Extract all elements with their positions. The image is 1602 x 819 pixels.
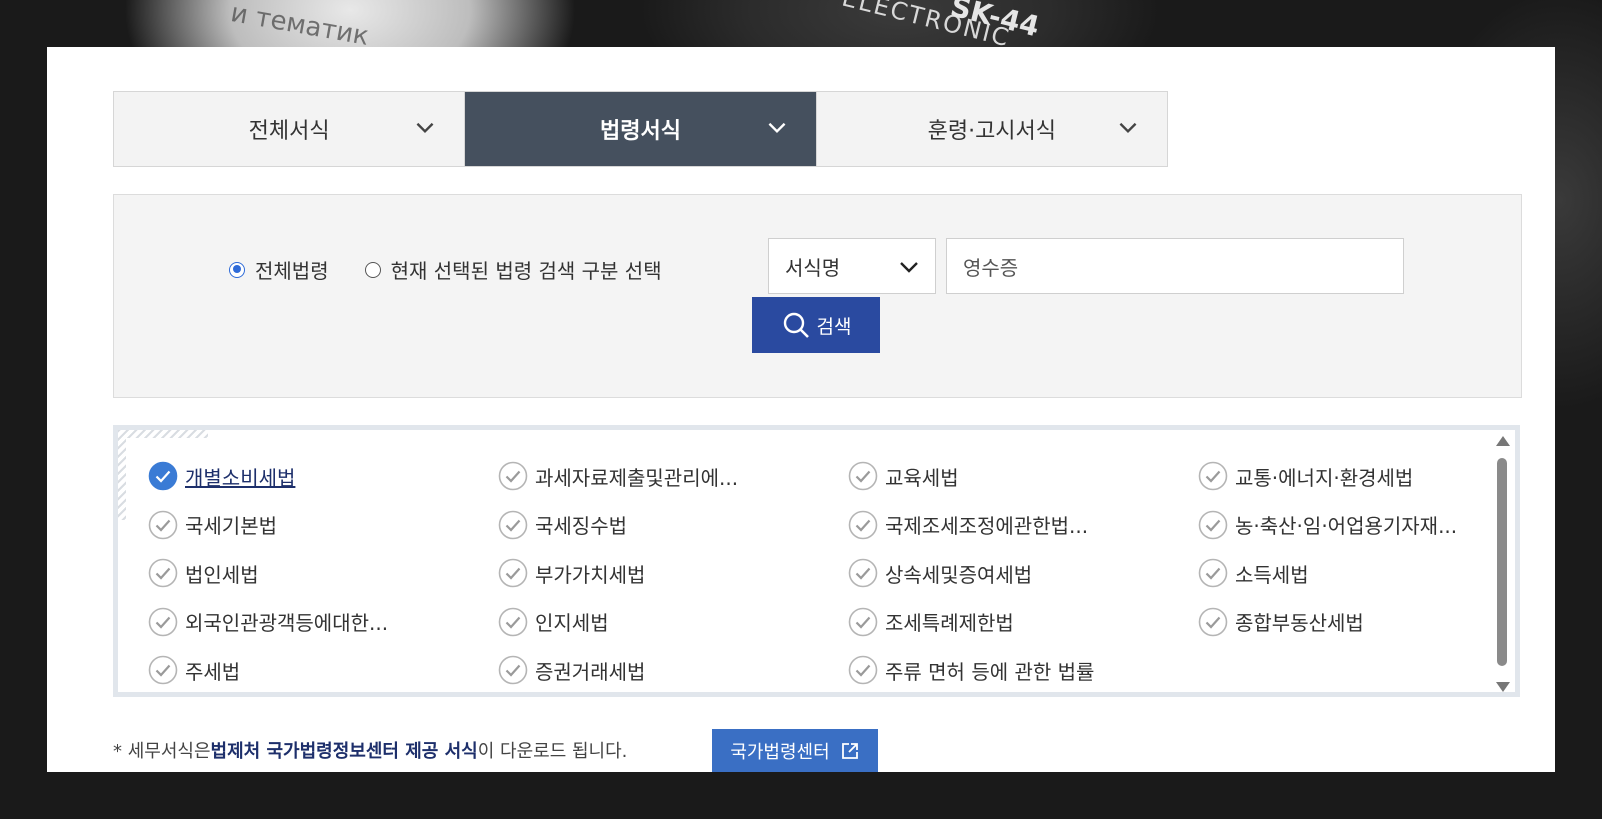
law-item-label: 상속세및증여세법 [885, 562, 1033, 587]
scroll-up-arrow[interactable] [1496, 436, 1510, 446]
law-item[interactable]: 증권거래세법 [498, 646, 848, 695]
law-center-link-button[interactable]: 국가법령센터 [712, 729, 878, 772]
law-item-label: 개별소비세법 [185, 465, 296, 490]
law-item[interactable]: 인지세법 [498, 598, 848, 647]
check-circle-icon [498, 558, 528, 588]
law-item[interactable]: 법인세법 [148, 549, 498, 598]
tab-label: 전체서식 [248, 119, 330, 144]
search-icon [783, 312, 809, 338]
decorative-hatch [118, 430, 126, 520]
radio-all-laws[interactable]: 전체법령 [229, 255, 329, 284]
law-item[interactable]: 주세법 [148, 646, 498, 695]
search-button[interactable]: 검색 [752, 297, 880, 353]
check-circle-icon [848, 461, 878, 491]
law-item-label: 교통·에너지·환경세법 [1235, 465, 1414, 490]
radio-label: 현재 선택된 법령 검색 구분 선택 [390, 259, 662, 283]
law-item-label: 교육세법 [885, 465, 959, 490]
law-item-label: 과세자료제출및관리에... [535, 465, 739, 490]
chevron-down-icon [768, 122, 786, 134]
search-panel: 전체법령 현재 선택된 법령 검색 구분 선택 서식명 영수증 검색 [113, 194, 1522, 398]
law-item[interactable]: 외국인관광객등에대한... [148, 598, 498, 647]
law-item[interactable]: 부가가치세법 [498, 549, 848, 598]
search-field-select[interactable]: 서식명 [768, 238, 936, 294]
law-item-label: 종합부동산세법 [1235, 611, 1364, 636]
law-item-label: 주류 면허 등에 관한 법률 [885, 659, 1095, 684]
scrollbar[interactable] [1495, 436, 1511, 692]
link-button-label: 국가법령센터 [730, 742, 830, 763]
check-circle-icon [1198, 461, 1228, 491]
decorative-hatch [118, 430, 208, 438]
radio-current-law[interactable]: 현재 선택된 법령 검색 구분 선택 [364, 255, 662, 284]
tab-all-forms[interactable]: 전체서식 [114, 92, 466, 166]
law-item[interactable]: 교육세법 [848, 452, 1198, 501]
tab-law-forms[interactable]: 법령서식 [465, 92, 817, 166]
radio-label: 전체법령 [255, 259, 329, 283]
law-item[interactable]: 개별소비세법 [148, 452, 498, 501]
law-grid: 개별소비세법 과세자료제출및관리에... 교육세법 교통·에너지·환경세법국세기본법 국… [148, 452, 1518, 695]
scroll-thumb[interactable] [1497, 458, 1507, 666]
check-circle-icon [498, 510, 528, 540]
law-item-label: 국제조세조정에관한법... [885, 514, 1089, 539]
chevron-down-icon [900, 262, 918, 273]
law-item-label: 농·축산·임·어업용기자재... [1235, 514, 1458, 539]
note-prefix: * 세무서식은 [113, 741, 211, 762]
law-item-label: 주세법 [185, 659, 241, 684]
scroll-down-arrow[interactable] [1496, 682, 1510, 692]
law-item-label: 인지세법 [535, 611, 609, 636]
check-circle-icon [848, 558, 878, 588]
law-item[interactable]: 교통·에너지·환경세법 [1198, 452, 1518, 501]
law-item-label: 외국인관광객등에대한... [185, 611, 389, 636]
law-item-label: 국세징수법 [535, 514, 627, 539]
check-circle-icon [848, 510, 878, 540]
check-circle-icon [848, 655, 878, 685]
law-item[interactable]: 조세특례제한법 [848, 598, 1198, 647]
law-item-label: 부가가치세법 [535, 562, 646, 587]
check-circle-icon [848, 607, 878, 637]
check-circle-icon [148, 558, 178, 588]
law-item[interactable]: 국제조세조정에관한법... [848, 501, 1198, 550]
law-item[interactable]: 국세기본법 [148, 501, 498, 550]
check-circle-icon [1198, 558, 1228, 588]
download-note: * 세무서식은 법제처 국가법령정보센터 제공 서식 이 다운로드 됩니다. [113, 737, 627, 763]
law-item-label: 소득세법 [1235, 562, 1309, 587]
external-link-icon [841, 743, 858, 759]
search-input[interactable]: 영수증 [946, 238, 1404, 294]
law-item[interactable]: 종합부동산세법 [1198, 598, 1518, 647]
check-circle-filled-icon [148, 461, 178, 491]
check-circle-icon [1198, 510, 1228, 540]
check-circle-icon [498, 607, 528, 637]
select-value: 서식명 [785, 255, 841, 280]
form-type-tabs: 전체서식 법령서식 훈령·고시서식 [113, 91, 1168, 167]
law-item-label: 법인세법 [185, 562, 259, 587]
check-circle-icon [148, 655, 178, 685]
law-item[interactable]: 소득세법 [1198, 549, 1518, 598]
note-suffix: 이 다운로드 됩니다. [477, 741, 628, 762]
tab-notice-forms[interactable]: 훈령·고시서식 [816, 92, 1167, 166]
law-item[interactable]: 주류 면허 등에 관한 법률 [848, 646, 1198, 695]
tab-label: 법령서식 [600, 119, 681, 144]
check-circle-icon [148, 510, 178, 540]
tab-label: 훈령·고시서식 [927, 119, 1057, 144]
check-circle-icon [498, 655, 528, 685]
check-circle-icon [1198, 607, 1228, 637]
search-button-label: 검색 [816, 315, 852, 338]
law-item-label: 증권거래세법 [535, 659, 646, 684]
note-source: 법제처 국가법령정보센터 제공 서식 [210, 741, 478, 762]
check-circle-icon [148, 607, 178, 637]
chevron-down-icon [416, 122, 434, 134]
law-item[interactable]: 과세자료제출및관리에... [498, 452, 848, 501]
law-list: 개별소비세법 과세자료제출및관리에... 교육세법 교통·에너지·환경세법국세기본법 국… [113, 425, 1520, 697]
scope-radio-group: 전체법령 현재 선택된 법령 검색 구분 선택 [229, 255, 698, 284]
main-panel: 전체서식 법령서식 훈령·고시서식 전체법령 현재 선택된 법령 검색 구분 선… [47, 47, 1555, 772]
law-item-label: 국세기본법 [185, 514, 277, 539]
radio-dot [229, 261, 245, 278]
check-circle-icon [498, 461, 528, 491]
law-item[interactable]: 상속세및증여세법 [848, 549, 1198, 598]
law-item-label: 조세특례제한법 [885, 611, 1014, 636]
radio-dot [364, 261, 381, 278]
law-item[interactable]: 농·축산·임·어업용기자재... [1198, 501, 1518, 550]
chevron-down-icon [1119, 122, 1137, 134]
law-item[interactable]: 국세징수법 [498, 501, 848, 550]
